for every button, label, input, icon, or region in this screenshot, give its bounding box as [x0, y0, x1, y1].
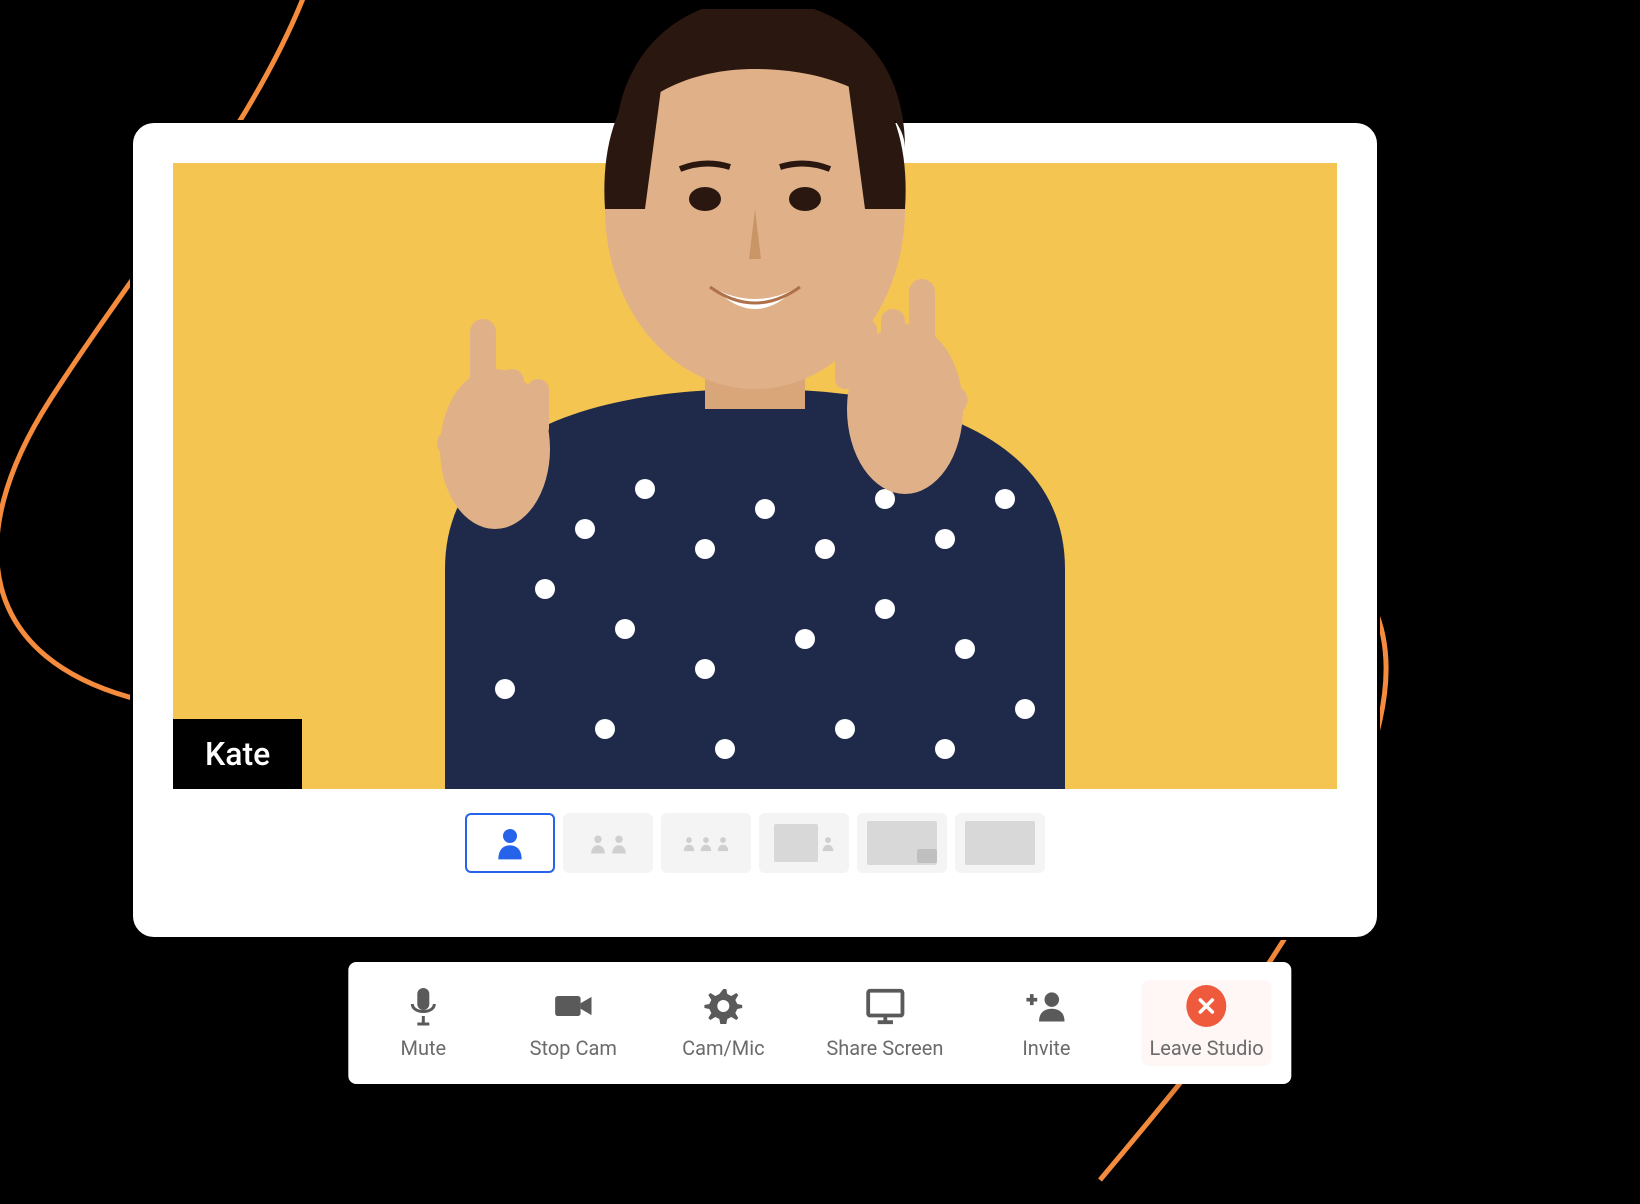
invite-label: Invite: [1022, 1036, 1070, 1060]
close-icon: [1187, 986, 1227, 1026]
monitor-icon: [865, 986, 905, 1026]
layout-option-three-up[interactable]: [661, 813, 751, 873]
person-icon: [699, 834, 713, 852]
share-screen-label: Share Screen: [826, 1036, 943, 1060]
video-feed: Kate: [173, 163, 1337, 789]
person-icon: [589, 832, 607, 854]
gear-icon: [703, 986, 743, 1026]
invite-user-icon: [1026, 986, 1066, 1026]
invite-button[interactable]: Invite: [991, 980, 1101, 1066]
screen-rect-icon: [965, 821, 1035, 865]
control-toolbar: Mute Stop Cam Cam/Mic Share Scre: [348, 962, 1291, 1084]
studio-window: Kate: [130, 120, 1380, 940]
mute-label: Mute: [400, 1036, 446, 1060]
layout-option-screen-speaker[interactable]: [759, 813, 849, 873]
person-icon: [496, 826, 524, 860]
stop-cam-button[interactable]: Stop Cam: [518, 980, 628, 1066]
mute-button[interactable]: Mute: [368, 980, 478, 1066]
leave-studio-button[interactable]: Leave Studio: [1141, 980, 1271, 1066]
stop-cam-label: Stop Cam: [530, 1036, 617, 1060]
person-icon: [682, 834, 696, 852]
cam-mic-label: Cam/Mic: [682, 1036, 764, 1060]
presenter-name-text: Kate: [205, 735, 270, 773]
share-screen-button[interactable]: Share Screen: [818, 980, 951, 1066]
screen-rect-icon: [774, 824, 818, 862]
presenter-video: [305, 9, 1205, 789]
layout-option-screen-pip[interactable]: [857, 813, 947, 873]
person-icon: [821, 834, 835, 852]
presenter-name-badge: Kate: [173, 719, 302, 789]
layout-selector: [173, 789, 1337, 897]
microphone-icon: [403, 986, 443, 1026]
layout-option-single[interactable]: [465, 813, 555, 873]
person-icon: [610, 832, 628, 854]
leave-label: Leave Studio: [1149, 1036, 1263, 1060]
cam-mic-settings-button[interactable]: Cam/Mic: [668, 980, 778, 1066]
pip-rect-icon: [917, 849, 937, 863]
layout-option-two-up[interactable]: [563, 813, 653, 873]
video-camera-icon: [553, 986, 593, 1026]
person-icon: [716, 834, 730, 852]
layout-option-screen-only[interactable]: [955, 813, 1045, 873]
